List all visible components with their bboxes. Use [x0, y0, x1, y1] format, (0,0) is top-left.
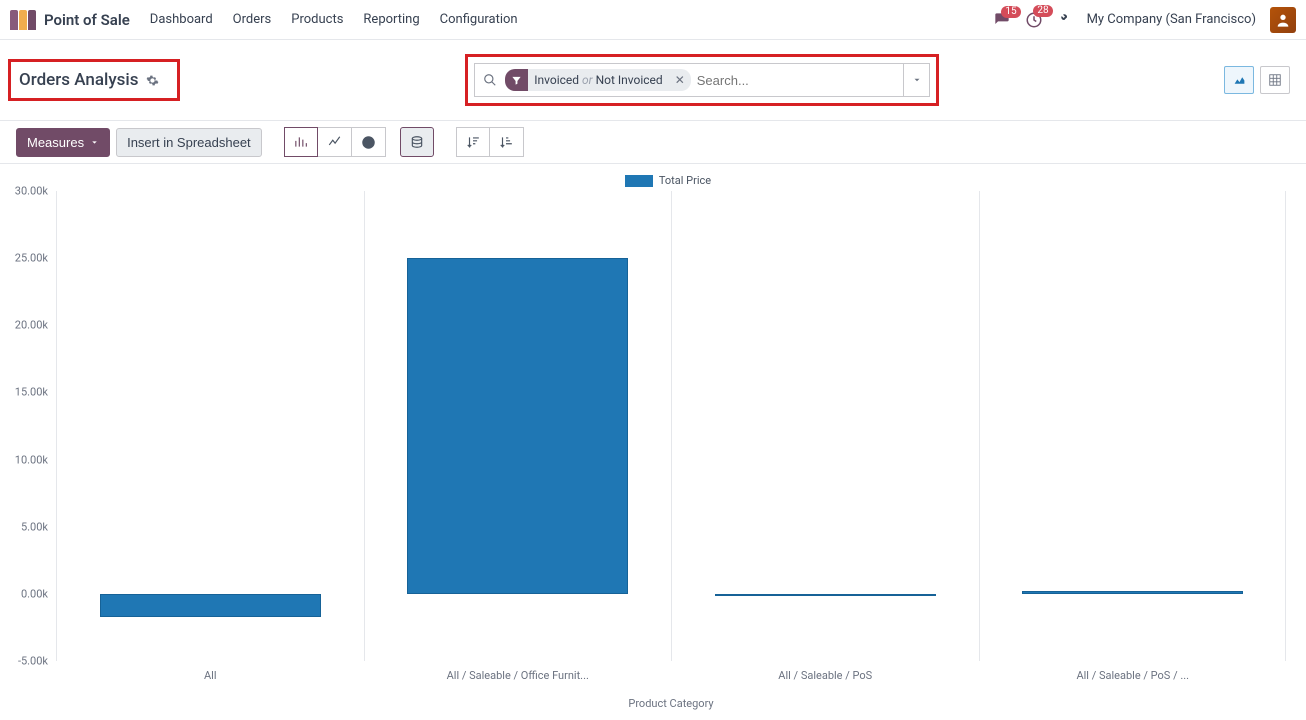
search-dropdown[interactable]	[903, 64, 929, 96]
chart-legend[interactable]: Total Price	[50, 174, 1286, 187]
filter-chip: Invoiced or Not Invoiced ✕	[505, 69, 691, 91]
view-pivot[interactable]	[1260, 66, 1290, 94]
y-tick-label: 5.00k	[21, 520, 48, 533]
measures-button[interactable]: Measures	[16, 128, 110, 157]
stacked-icon[interactable]	[400, 127, 434, 157]
chart-plot: -5.00k0.00k5.00k10.00k15.00k20.00k25.00k…	[56, 191, 1286, 661]
bar-chart-icon[interactable]	[284, 127, 318, 157]
chart-bar[interactable]	[100, 594, 321, 618]
activities-icon[interactable]: 28	[1025, 11, 1043, 29]
app-logo	[10, 10, 36, 30]
top-nav: Point of Sale Dashboard Orders Products …	[0, 0, 1306, 40]
avatar[interactable]	[1270, 7, 1296, 33]
nav-configuration[interactable]: Configuration	[440, 12, 518, 27]
sort-group	[456, 127, 524, 157]
toolbar: Measures Insert in Spreadsheet	[0, 120, 1306, 164]
x-tick-label: All / Saleable / PoS	[672, 669, 979, 682]
chart-column: All / Saleable / Office Furnit...	[364, 191, 672, 661]
chart-bar[interactable]	[1022, 591, 1243, 594]
chip-remove[interactable]: ✕	[669, 73, 691, 87]
x-tick-label: All / Saleable / Office Furnit...	[365, 669, 672, 682]
chip-text[interactable]: Invoiced or Not Invoiced	[528, 73, 668, 87]
sort-desc-icon[interactable]	[456, 127, 490, 157]
x-axis-title: Product Category	[56, 697, 1286, 710]
activities-badge: 28	[1033, 5, 1052, 17]
chart-column: All	[56, 191, 364, 661]
messages-icon[interactable]: 15	[993, 12, 1011, 28]
y-tick-label: 0.00k	[21, 587, 48, 600]
chart-bar[interactable]	[715, 594, 936, 596]
y-tick-label: 10.00k	[15, 453, 48, 466]
nav-dashboard[interactable]: Dashboard	[150, 12, 213, 27]
company-selector[interactable]: My Company (San Francisco)	[1087, 12, 1256, 27]
x-tick-label: All	[57, 669, 364, 682]
legend-label: Total Price	[659, 174, 711, 187]
x-tick-label: All / Saleable / PoS / ...	[980, 669, 1287, 682]
chart-column: All / Saleable / PoS	[671, 191, 979, 661]
view-switcher	[1224, 66, 1290, 94]
funnel-icon	[505, 69, 528, 91]
sort-asc-icon[interactable]	[490, 127, 524, 157]
nav-orders[interactable]: Orders	[233, 12, 272, 27]
page-title: Orders Analysis	[19, 70, 138, 90]
line-chart-icon[interactable]	[318, 127, 352, 157]
chart-type-group	[284, 127, 386, 157]
search-input[interactable]	[697, 73, 903, 88]
search-bar: Invoiced or Not Invoiced ✕	[474, 63, 930, 97]
chart-column: All / Saleable / PoS / ...	[979, 191, 1287, 661]
nav-links: Dashboard Orders Products Reporting Conf…	[150, 12, 518, 27]
chart-bar[interactable]	[407, 258, 628, 594]
chart-area: Total Price -5.00k0.00k5.00k10.00k15.00k…	[0, 164, 1306, 720]
y-tick-label: 30.00k	[15, 185, 48, 198]
y-tick-label: -5.00k	[18, 655, 48, 668]
app-name[interactable]: Point of Sale	[44, 11, 130, 29]
y-tick-label: 25.00k	[15, 252, 48, 265]
nav-reporting[interactable]: Reporting	[363, 12, 419, 27]
view-graph[interactable]	[1224, 66, 1254, 94]
y-tick-label: 20.00k	[15, 319, 48, 332]
messages-badge: 15	[1001, 6, 1020, 18]
title-highlight: Orders Analysis	[8, 59, 180, 101]
insert-spreadsheet-button[interactable]: Insert in Spreadsheet	[116, 128, 262, 157]
header-row: Orders Analysis Invoiced or Not Invoiced	[0, 40, 1306, 120]
search-highlight: Invoiced or Not Invoiced ✕	[465, 54, 939, 106]
tools-icon[interactable]	[1057, 12, 1073, 28]
y-tick-label: 15.00k	[15, 386, 48, 399]
top-right: 15 28 My Company (San Francisco)	[993, 7, 1296, 33]
pie-chart-icon[interactable]	[352, 127, 386, 157]
nav-products[interactable]: Products	[291, 12, 343, 27]
search-icon	[475, 73, 505, 87]
gear-icon[interactable]	[146, 74, 159, 87]
legend-swatch	[625, 175, 653, 187]
